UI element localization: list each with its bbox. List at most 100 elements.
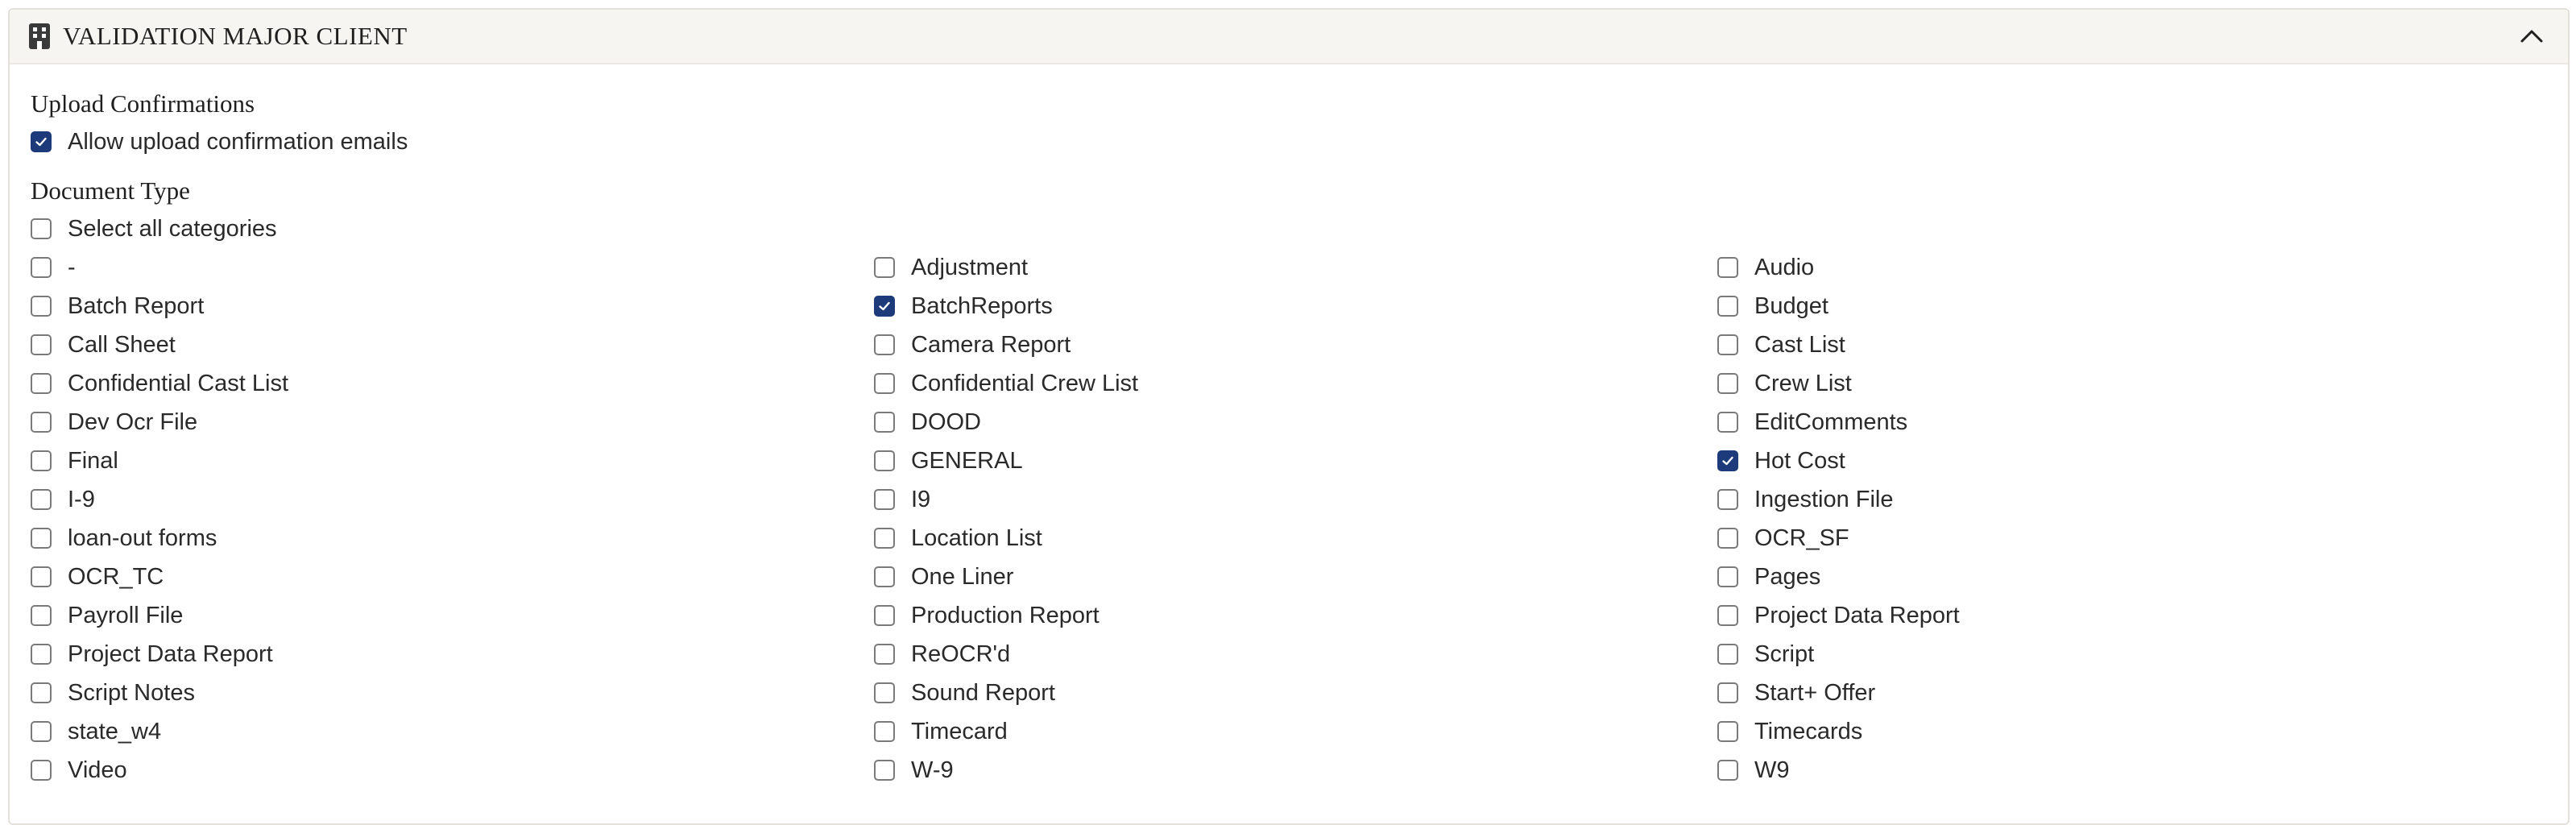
document-type-option[interactable]: I9 <box>874 480 1717 519</box>
document-type-option[interactable]: - <box>31 248 874 287</box>
check-icon <box>1722 456 1733 466</box>
document-type-option[interactable]: OCR_SF <box>1717 519 2561 558</box>
document-type-option[interactable]: Sound Report <box>874 674 1717 712</box>
document-type-checkbox[interactable] <box>31 528 52 549</box>
document-type-checkbox[interactable] <box>1717 296 1738 317</box>
document-type-option[interactable]: Batch Report <box>31 287 874 325</box>
document-type-checkbox[interactable] <box>874 296 895 317</box>
document-type-checkbox[interactable] <box>31 721 52 742</box>
document-type-option[interactable]: Location List <box>874 519 1717 558</box>
document-type-checkbox[interactable] <box>1717 450 1738 471</box>
document-type-checkbox[interactable] <box>1717 682 1738 703</box>
document-type-option[interactable]: Production Report <box>874 596 1717 635</box>
document-type-option[interactable]: Dev Ocr File <box>31 403 874 442</box>
document-type-checkbox[interactable] <box>1717 721 1738 742</box>
document-type-option[interactable]: Budget <box>1717 287 2561 325</box>
document-type-checkbox[interactable] <box>31 682 52 703</box>
document-type-checkbox[interactable] <box>31 760 52 781</box>
document-type-option[interactable]: Script Notes <box>31 674 874 712</box>
document-type-label: Dev Ocr File <box>68 408 198 435</box>
document-type-option[interactable]: Audio <box>1717 248 2561 287</box>
document-type-option[interactable]: Crew List <box>1717 364 2561 403</box>
allow-upload-emails-checkbox-row[interactable]: Allow upload confirmation emails <box>31 122 2547 161</box>
document-type-label: EditComments <box>1754 408 1908 435</box>
document-type-checkbox[interactable] <box>874 644 895 665</box>
document-type-option[interactable]: Payroll File <box>31 596 874 635</box>
document-type-checkbox[interactable] <box>1717 528 1738 549</box>
document-type-option[interactable]: BatchReports <box>874 287 1717 325</box>
document-type-checkbox[interactable] <box>1717 605 1738 626</box>
document-type-checkbox[interactable] <box>31 489 52 510</box>
select-all-checkbox[interactable] <box>31 218 52 239</box>
document-type-checkbox[interactable] <box>874 760 895 781</box>
document-type-checkbox[interactable] <box>874 489 895 510</box>
document-type-option[interactable]: I-9 <box>31 480 874 519</box>
allow-upload-emails-checkbox[interactable] <box>31 131 52 152</box>
panel-title: VALIDATION MAJOR CLIENT <box>63 22 408 50</box>
document-type-option[interactable]: Confidential Cast List <box>31 364 874 403</box>
document-type-checkbox[interactable] <box>874 334 895 355</box>
document-type-option[interactable]: Start+ Offer <box>1717 674 2561 712</box>
document-type-option[interactable]: One Liner <box>874 558 1717 596</box>
document-type-checkbox[interactable] <box>31 644 52 665</box>
document-type-checkbox[interactable] <box>31 566 52 587</box>
document-type-checkbox[interactable] <box>874 412 895 433</box>
document-type-option[interactable]: Script <box>1717 635 2561 674</box>
document-type-option[interactable]: Project Data Report <box>31 635 874 674</box>
document-type-option[interactable]: GENERAL <box>874 442 1717 480</box>
document-type-option[interactable]: Video <box>31 751 874 790</box>
document-type-checkbox[interactable] <box>1717 644 1738 665</box>
document-type-checkbox[interactable] <box>31 296 52 317</box>
document-type-checkbox[interactable] <box>31 257 52 278</box>
document-type-checkbox[interactable] <box>874 373 895 394</box>
chevron-up-icon[interactable] <box>2518 23 2545 50</box>
document-type-checkbox[interactable] <box>1717 566 1738 587</box>
document-type-option[interactable]: Confidential Crew List <box>874 364 1717 403</box>
document-type-option[interactable]: EditComments <box>1717 403 2561 442</box>
document-type-label: Confidential Cast List <box>68 370 289 396</box>
document-type-checkbox[interactable] <box>1717 760 1738 781</box>
document-type-checkbox[interactable] <box>874 257 895 278</box>
document-type-checkbox[interactable] <box>1717 373 1738 394</box>
document-type-option[interactable]: Camera Report <box>874 325 1717 364</box>
document-type-option[interactable]: Final <box>31 442 874 480</box>
document-type-grid: - Adjustment Audio Batch Report BatchReports… <box>31 248 2547 790</box>
document-type-checkbox[interactable] <box>31 373 52 394</box>
document-type-checkbox[interactable] <box>874 566 895 587</box>
document-type-label: Start+ Offer <box>1754 679 1876 706</box>
document-type-option[interactable]: Project Data Report <box>1717 596 2561 635</box>
document-type-option[interactable]: Cast List <box>1717 325 2561 364</box>
document-type-option[interactable]: DOOD <box>874 403 1717 442</box>
document-type-checkbox[interactable] <box>31 605 52 626</box>
document-type-option[interactable]: ReOCR'd <box>874 635 1717 674</box>
select-all-checkbox-row[interactable]: Select all categories <box>31 209 2547 248</box>
document-type-option[interactable]: W-9 <box>874 751 1717 790</box>
document-type-option[interactable]: Timecards <box>1717 712 2561 751</box>
document-type-option[interactable]: state_w4 <box>31 712 874 751</box>
document-type-option[interactable]: Hot Cost <box>1717 442 2561 480</box>
document-type-option[interactable]: Pages <box>1717 558 2561 596</box>
document-type-label: loan-out forms <box>68 524 217 551</box>
document-type-checkbox[interactable] <box>1717 412 1738 433</box>
document-type-option[interactable]: Ingestion File <box>1717 480 2561 519</box>
document-type-checkbox[interactable] <box>31 412 52 433</box>
document-type-option[interactable]: Call Sheet <box>31 325 874 364</box>
document-type-option[interactable]: OCR_TC <box>31 558 874 596</box>
panel-header[interactable]: VALIDATION MAJOR CLIENT <box>10 10 2568 64</box>
document-type-checkbox[interactable] <box>1717 489 1738 510</box>
document-type-option[interactable]: Adjustment <box>874 248 1717 287</box>
document-type-checkbox[interactable] <box>1717 257 1738 278</box>
document-type-checkbox[interactable] <box>1717 334 1738 355</box>
document-type-option[interactable]: W9 <box>1717 751 2561 790</box>
document-type-checkbox[interactable] <box>874 528 895 549</box>
document-type-checkbox[interactable] <box>874 450 895 471</box>
document-type-checkbox[interactable] <box>31 450 52 471</box>
document-type-label: Script Notes <box>68 679 195 706</box>
document-type-option[interactable]: loan-out forms <box>31 519 874 558</box>
document-type-checkbox[interactable] <box>874 605 895 626</box>
document-type-checkbox[interactable] <box>31 334 52 355</box>
document-type-label: One Liner <box>911 563 1014 590</box>
document-type-checkbox[interactable] <box>874 721 895 742</box>
document-type-option[interactable]: Timecard <box>874 712 1717 751</box>
document-type-checkbox[interactable] <box>874 682 895 703</box>
